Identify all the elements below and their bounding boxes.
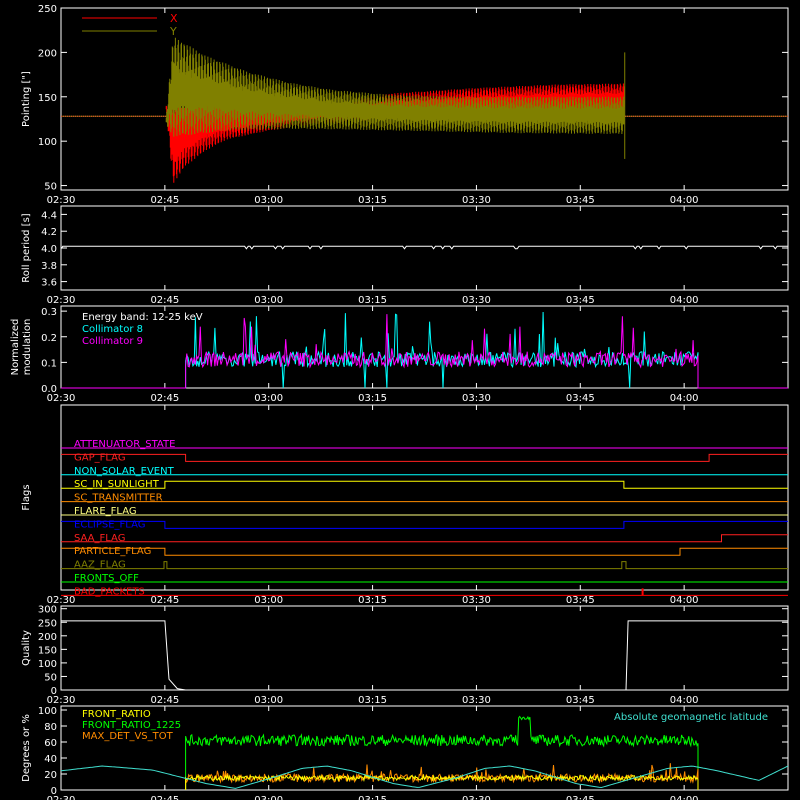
x-tick-label: 03:30 — [462, 795, 491, 800]
series-collimator-8 — [61, 311, 788, 389]
legend-label-max_det_vs_tot: MAX_DET_VS_TOT — [82, 731, 174, 742]
x-tick-label: 03:15 — [358, 595, 387, 606]
x-tick-label: 04:00 — [670, 393, 699, 404]
x-tick-label: 03:45 — [566, 295, 595, 306]
x-tick-label: 04:00 — [670, 295, 699, 306]
x-tick-label: 02:45 — [150, 695, 179, 706]
y-tick-label: 50 — [44, 672, 57, 683]
x-tick-label: 03:30 — [462, 195, 491, 206]
y-tick-label: 250 — [38, 4, 57, 15]
y-tick-label: 0 — [51, 686, 57, 697]
x-tick-label: 02:30 — [47, 295, 76, 306]
panel-frame-3 — [60, 404, 789, 591]
x-tick-label: 04:00 — [670, 195, 699, 206]
y-tick-label: 4.2 — [41, 227, 57, 238]
legend-label-Y: Y — [169, 25, 177, 38]
y-tick-label: 0.0 — [41, 384, 57, 395]
x-tick-label: 03:00 — [254, 795, 283, 800]
y-label-line: modulation — [22, 319, 33, 376]
x-tick-label: 04:00 — [670, 795, 699, 800]
x-tick-label: 04:00 — [670, 595, 699, 606]
legend-label-collimator-8: Collimator 8 — [82, 324, 143, 335]
series-max_det_vs_tot — [185, 763, 699, 791]
y-tick-label: 0.3 — [41, 307, 57, 318]
y-tick-label: 200 — [38, 632, 57, 643]
y-tick-label: 100 — [38, 659, 57, 670]
x-tick-label: 03:15 — [358, 295, 387, 306]
x-tick-label: 03:00 — [254, 595, 283, 606]
flag-line-particle_flag — [61, 547, 788, 556]
x-tick-label: 03:00 — [254, 393, 283, 404]
legend-label-collimator-9: Collimator 9 — [82, 336, 143, 347]
x-tick-label: 04:00 — [670, 695, 699, 706]
y-axis-label-5: Degrees or % — [21, 714, 32, 782]
y-axis-label-3: Flags — [21, 484, 32, 510]
x-tick-label: 03:00 — [254, 195, 283, 206]
chart-figure: 02:30 02:45 03:00 03:15 03:30 03:45 04:00 50 100… — [0, 0, 800, 800]
x-tick-label: 02:45 — [150, 595, 179, 606]
series-roll-period — [60, 245, 788, 250]
x-tick-label: 03:30 — [462, 595, 491, 606]
x-tick-label: 03:15 — [358, 695, 387, 706]
x-tick-label: 03:00 — [254, 695, 283, 706]
x-tick-label: 02:45 — [150, 795, 179, 800]
y-tick-label: 0.2 — [41, 333, 57, 344]
y-tick-label: 3.6 — [41, 278, 57, 289]
x-tick-label: 02:45 — [150, 393, 179, 404]
x-tick-label: 03:30 — [462, 393, 491, 404]
y-tick-label: 150 — [38, 645, 57, 656]
x-tick-label: 03:45 — [566, 695, 595, 706]
x-tick-label: 03:30 — [462, 695, 491, 706]
series-collimator-9 — [61, 314, 788, 389]
x-tick-label: 02:45 — [150, 295, 179, 306]
y-tick-label: 300 — [38, 605, 57, 616]
panel-frame-1 — [60, 205, 789, 291]
y-axis-label-1: Roll period [s] — [21, 213, 32, 282]
legend-label-X: X — [170, 12, 178, 25]
y-tick-label: 50 — [44, 182, 57, 193]
y-tick-label: 150 — [38, 93, 57, 104]
y-tick-label: 60 — [44, 738, 57, 749]
y-tick-label: 0.1 — [41, 358, 57, 369]
y-axis-label-2: Normalizedmodulation — [10, 319, 33, 376]
y-tick-label: 0 — [51, 786, 57, 797]
y-tick-label: 3.8 — [41, 261, 57, 272]
chart-svg: 02:30 02:45 03:00 03:15 03:30 03:45 04:00 50 100… — [10, 4, 789, 800]
y-tick-label: 80 — [44, 722, 57, 733]
energy-band-annotation: Energy band: 12-25 keV — [82, 312, 203, 323]
x-tick-label: 03:15 — [358, 795, 387, 800]
y-tick-label: 20 — [44, 770, 57, 781]
y-axis-label-0: Pointing ["] — [21, 71, 32, 127]
legend-label-front_ratio: FRONT_RATIO — [82, 709, 151, 720]
y-tick-label: 250 — [38, 618, 57, 629]
y-tick-label: 200 — [38, 48, 57, 59]
panel-frame-4 — [60, 605, 789, 691]
flag-line-sc_in_sunlight — [61, 480, 788, 489]
x-tick-label: 03:45 — [566, 195, 595, 206]
x-tick-label: 03:15 — [358, 393, 387, 404]
x-tick-label: 03:45 — [566, 795, 595, 800]
flag-line-eclipse_flag — [61, 520, 788, 529]
x-tick-label: 03:00 — [254, 295, 283, 306]
x-tick-label: 02:30 — [47, 195, 76, 206]
y-tick-label: 4.0 — [41, 244, 57, 255]
x-tick-label: 03:45 — [566, 393, 595, 404]
x-tick-label: 02:45 — [150, 195, 179, 206]
y-tick-label: 100 — [38, 137, 57, 148]
x-tick-label: 03:15 — [358, 195, 387, 206]
flag-line-saa_flag — [61, 534, 788, 543]
legend-label-geomagnetic-latitude: Absolute geomagnetic latitude — [614, 712, 768, 723]
y-label-line: Normalized — [10, 319, 21, 376]
series-quality — [61, 620, 788, 691]
flag-line-aaz_flag — [61, 561, 788, 570]
y-tick-label: 4.4 — [41, 210, 57, 221]
y-axis-label-4: Quality — [21, 630, 32, 666]
y-tick-label: 40 — [44, 754, 57, 765]
y-tick-label: 100 — [38, 706, 57, 717]
x-tick-label: 03:30 — [462, 295, 491, 306]
legend-label-front_ratio_1225: FRONT_RATIO_1225 — [82, 720, 181, 731]
x-tick-label: 03:45 — [566, 595, 595, 606]
flag-line-gap_flag — [61, 453, 788, 462]
